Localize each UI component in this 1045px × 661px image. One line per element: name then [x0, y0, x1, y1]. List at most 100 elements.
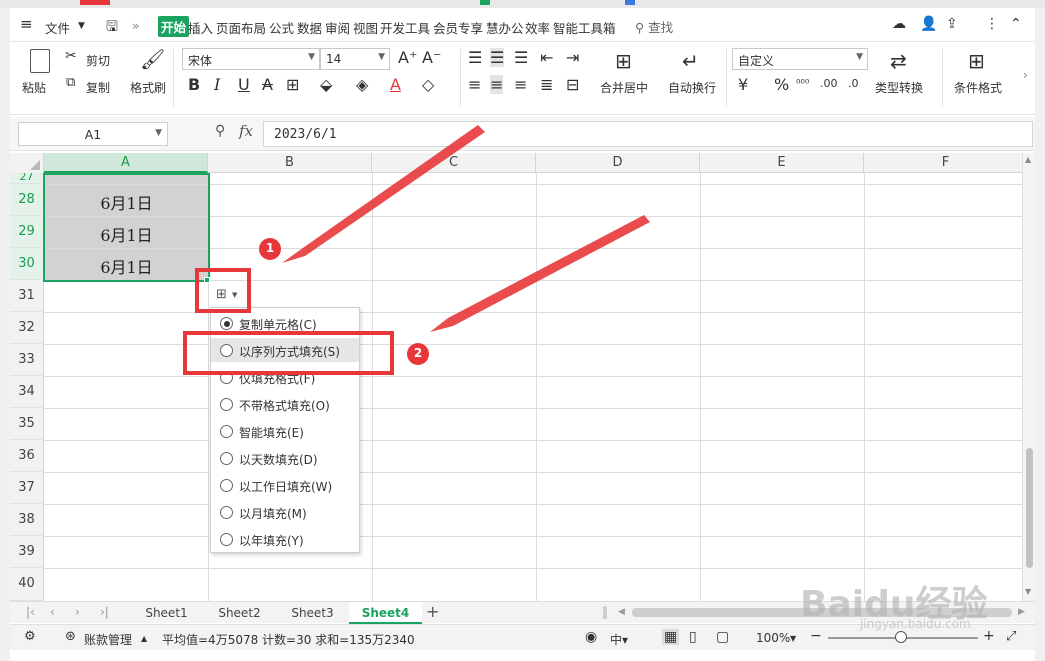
tab-view[interactable]: 视图 [353, 18, 378, 37]
sheet-tab-2[interactable]: Sheet2 [203, 602, 276, 624]
row-header-33[interactable]: 33 [10, 344, 44, 376]
font-color-icon[interactable]: A [390, 75, 401, 94]
zoom-dropdown-icon[interactable]: ▼ [790, 634, 796, 643]
macro-icon[interactable]: ⚙ [24, 629, 36, 644]
tab-hui-office[interactable]: 慧办公 [486, 18, 524, 37]
align-center-icon[interactable]: ≡ [490, 75, 504, 94]
hamburger-icon[interactable]: ≡ [20, 15, 33, 33]
font-size-select[interactable]: 14 ▼ [320, 48, 390, 70]
save-icon[interactable]: 🖫 [106, 16, 118, 40]
vertical-scrollbar[interactable]: ▲ ▼ [1022, 153, 1035, 601]
wrap-text-button[interactable]: 自动换行 [668, 79, 716, 96]
tab-data[interactable]: 数据 [297, 18, 322, 37]
row-header-29[interactable]: 29 [10, 216, 44, 248]
column-header-c[interactable]: C [372, 153, 536, 173]
column-header-a[interactable]: A [44, 153, 208, 173]
font-decrease-icon[interactable]: A⁻ [422, 48, 441, 67]
menu-item-fill-years[interactable]: 以年填充(Y) [211, 527, 359, 551]
ribbon-scroll-right-icon[interactable]: › [1023, 68, 1028, 82]
row-header-27[interactable]: 27 [10, 173, 44, 184]
row-header-28[interactable]: 28 [10, 184, 44, 216]
shape-fill-icon[interactable]: ◈ [356, 75, 368, 94]
decimal-decrease-button[interactable]: .0 [848, 77, 859, 90]
copy-icon[interactable]: ⧉ [66, 75, 75, 90]
tab-developer[interactable]: 开发工具 [380, 18, 430, 37]
select-all-corner[interactable] [10, 153, 44, 173]
tab-home[interactable]: 开始 [158, 16, 190, 37]
formula-input[interactable]: 2023/6/1 [263, 121, 1033, 147]
align-middle-icon[interactable]: ☰ [490, 48, 505, 67]
eye-protect-icon[interactable]: ◉ [585, 629, 597, 645]
paste-button[interactable]: 粘贴 [22, 79, 46, 96]
bold-button[interactable]: B [188, 75, 200, 94]
more-icon[interactable]: » [132, 18, 140, 33]
split-handle-icon[interactable]: ‖ [602, 605, 608, 619]
conditional-format-button[interactable]: 条件格式 [954, 79, 1002, 96]
column-header-e[interactable]: E [700, 153, 864, 173]
underline-button[interactable]: U [238, 75, 250, 94]
tab-smart-toolbox[interactable]: 智能工具箱 [553, 18, 616, 37]
thousands-icon[interactable]: ⁰⁰⁰ [796, 77, 809, 90]
italic-button[interactable]: I [214, 75, 220, 94]
tab-insert[interactable]: 插入 [188, 18, 213, 37]
row-header-39[interactable]: 39 [10, 536, 44, 568]
add-sheet-icon[interactable]: + [426, 602, 439, 621]
indent-decrease-icon[interactable]: ⇤ [540, 48, 553, 67]
zoom-formula-icon[interactable]: ⚲ [215, 123, 225, 139]
row-header-36[interactable]: 36 [10, 440, 44, 472]
percent-button[interactable]: % [774, 75, 789, 94]
row-header-31[interactable]: 31 [10, 280, 44, 312]
name-box[interactable]: A1 ▼ [18, 122, 168, 146]
strikethrough-icon[interactable]: A [262, 75, 273, 94]
row-header-38[interactable]: 38 [10, 504, 44, 536]
align-left-icon[interactable]: ≡ [468, 75, 481, 94]
fill-color-icon[interactable]: ⬙ [320, 75, 332, 94]
row-header-35[interactable]: 35 [10, 408, 44, 440]
sheet-tab-1[interactable]: Sheet1 [130, 602, 203, 624]
wrap-text-icon[interactable]: ↵ [682, 49, 699, 73]
currency-button[interactable]: ¥ [738, 75, 748, 94]
scrollbar-thumb[interactable] [1026, 448, 1033, 568]
spreadsheet-grid[interactable]: A B C D E F 27 28 29 30 31 32 33 34 35 3… [10, 153, 1022, 601]
row-header-32[interactable]: 32 [10, 312, 44, 344]
file-dropdown-icon[interactable]: ▼ [78, 21, 85, 31]
copy-button[interactable]: 复制 [86, 79, 110, 96]
paste-icon[interactable] [30, 49, 50, 73]
chevron-up-icon[interactable]: ▲ [141, 634, 147, 643]
kebab-menu-icon[interactable]: ⋮ [985, 16, 999, 32]
tab-formulas[interactable]: 公式 [269, 18, 294, 37]
indent-increase-icon[interactable]: ⇥ [566, 48, 579, 67]
justify-icon[interactable]: ≣ [540, 75, 553, 94]
menu-item-smart-fill[interactable]: 智能填充(E) [211, 419, 359, 443]
row-header-37[interactable]: 37 [10, 472, 44, 504]
row-header-34[interactable]: 34 [10, 376, 44, 408]
column-header-f[interactable]: F [864, 153, 1022, 173]
file-menu[interactable]: 文件 [45, 18, 70, 37]
distribute-icon[interactable]: ⊟ [566, 75, 579, 94]
eraser-icon[interactable]: ◇ [422, 75, 434, 94]
type-convert-button[interactable]: 类型转换 [875, 79, 923, 96]
row-header-40[interactable]: 40 [10, 568, 44, 601]
font-name-select[interactable]: 宋体 ▼ [182, 48, 320, 70]
page-layout-view-icon[interactable]: ▯ [689, 629, 697, 645]
format-painter-icon[interactable]: 🖌 [140, 47, 165, 71]
row-header-30[interactable]: 30 [10, 248, 44, 280]
share-user-icon[interactable]: 👤 [920, 16, 937, 32]
export-icon[interactable]: ⇪ [946, 16, 958, 32]
cut-icon[interactable]: ✂ [65, 48, 77, 64]
tab-review[interactable]: 审阅 [325, 18, 350, 37]
align-top-icon[interactable]: ☰ [468, 48, 482, 67]
page-break-view-icon[interactable]: ▢ [716, 629, 729, 645]
search-box[interactable]: ⚲ 查找 [635, 17, 673, 36]
tab-member[interactable]: 会员专享 [433, 18, 483, 37]
menu-item-fill-days[interactable]: 以天数填充(D) [211, 446, 359, 470]
collapse-ribbon-icon[interactable]: ⌃ [1010, 16, 1022, 32]
number-format-select[interactable]: 自定义 ▼ [732, 48, 868, 70]
menu-item-fill-months[interactable]: 以月填充(M) [211, 500, 359, 524]
column-header-d[interactable]: D [536, 153, 700, 173]
zoom-level[interactable]: 100% [756, 631, 790, 645]
merge-center-button[interactable]: 合并居中 [600, 79, 648, 96]
border-icon[interactable]: ⊞ [286, 75, 299, 94]
merge-center-icon[interactable]: ⊞ [615, 49, 632, 73]
tab-efficiency[interactable]: 效率 [525, 18, 550, 37]
